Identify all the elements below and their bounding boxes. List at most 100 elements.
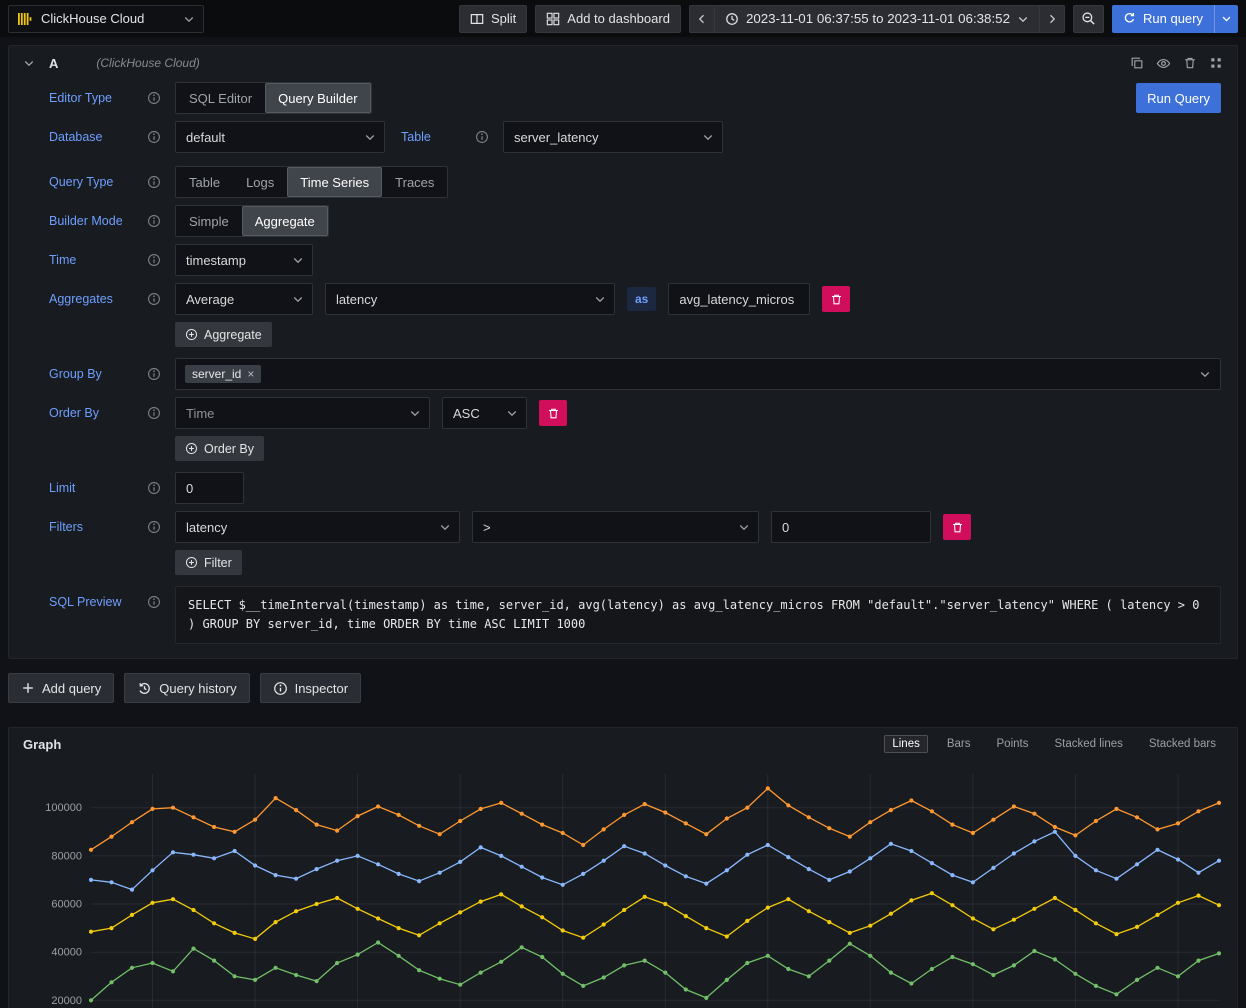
graph-mode-stacked-lines[interactable]: Stacked lines [1047, 736, 1129, 752]
add-query-button[interactable]: Add query [8, 673, 114, 703]
query-datasource-hint: (ClickHouse Cloud) [96, 56, 199, 70]
remove-tag-icon[interactable]: × [247, 367, 254, 381]
filter-field-select[interactable]: latency [175, 511, 460, 543]
table-value: server_latency [514, 130, 599, 145]
sql-preview-label-cell: SQL Preview [49, 595, 161, 609]
remove-order-by-button[interactable] [539, 400, 567, 426]
info-icon[interactable] [147, 406, 161, 420]
run-query-button[interactable]: Run query [1112, 5, 1214, 33]
limit-input[interactable] [175, 472, 244, 504]
time-back-button[interactable] [689, 5, 715, 33]
graph-panel-header: Graph Lines Bars Points Stacked lines St… [9, 728, 1237, 760]
builder-mode-option-aggregate[interactable]: Aggregate [242, 206, 328, 236]
svg-text:60000: 60000 [51, 899, 82, 911]
info-icon[interactable] [147, 130, 161, 144]
filter-value-input[interactable] [771, 511, 931, 543]
datasource-name: ClickHouse Cloud [41, 11, 175, 26]
graph-canvas[interactable]: 2000040000600008000010000006:38:0006:38:… [9, 760, 1237, 1008]
graph-mode-lines[interactable]: Lines [884, 735, 928, 753]
query-history-label: Query history [159, 681, 236, 696]
run-query-dropdown[interactable] [1214, 5, 1238, 33]
plus-icon [21, 681, 35, 695]
timeseries-chart[interactable]: 2000040000600008000010000006:38:0006:38:… [19, 762, 1227, 1008]
trash-icon [830, 293, 843, 306]
info-icon[interactable] [475, 130, 489, 144]
editor-type-toggle: SQL Editor Query Builder [175, 82, 372, 114]
info-icon[interactable] [147, 595, 161, 609]
info-icon[interactable] [147, 91, 161, 105]
database-select[interactable]: default [175, 121, 385, 153]
add-to-dashboard-button[interactable]: Add to dashboard [535, 5, 681, 33]
explore-toolbar: ClickHouse Cloud Split Add to dashboard … [0, 0, 1246, 37]
group-by-multiselect[interactable]: server_id × [175, 358, 1221, 390]
as-badge: as [627, 287, 656, 311]
aggregate-column-select[interactable]: latency [325, 283, 615, 315]
editor-type-option-sql-editor[interactable]: SQL Editor [176, 83, 265, 113]
panel-run-query-button[interactable]: Run Query [1136, 83, 1221, 113]
filter-operator-value: > [483, 520, 491, 535]
inspector-button[interactable]: Inspector [260, 673, 361, 703]
time-range-label: 2023-11-01 06:37:55 to 2023-11-01 06:38:… [746, 11, 1010, 26]
query-type-label-cell: Query Type [49, 175, 161, 189]
query-ref-id[interactable]: A [49, 56, 58, 71]
query-type-option-table[interactable]: Table [176, 167, 233, 197]
datasource-picker[interactable]: ClickHouse Cloud [8, 5, 204, 33]
plus-circle-icon [185, 442, 198, 455]
graph-mode-points[interactable]: Points [990, 736, 1036, 752]
table-label: Table [401, 130, 431, 144]
builder-mode-label-cell: Builder Mode [49, 214, 161, 228]
info-icon[interactable] [147, 292, 161, 306]
query-history-button[interactable]: Query history [124, 673, 249, 703]
svg-text:80000: 80000 [51, 850, 82, 862]
chevron-right-icon [1046, 13, 1058, 25]
info-icon[interactable] [147, 520, 161, 534]
order-by-field-value: Time [186, 406, 214, 421]
time-range-button[interactable]: 2023-11-01 06:37:55 to 2023-11-01 06:38:… [715, 5, 1039, 33]
add-filter-button[interactable]: Filter [175, 550, 242, 575]
remove-filter-button[interactable] [943, 514, 971, 540]
info-icon[interactable] [147, 175, 161, 189]
info-icon[interactable] [147, 481, 161, 495]
info-icon[interactable] [147, 367, 161, 381]
editor-type-option-query-builder[interactable]: Query Builder [265, 83, 370, 113]
split-button[interactable]: Split [459, 5, 527, 33]
plus-circle-icon [185, 556, 198, 569]
info-icon[interactable] [147, 214, 161, 228]
info-icon[interactable] [147, 253, 161, 267]
table-select[interactable]: server_latency [503, 121, 723, 153]
query-type-option-traces[interactable]: Traces [382, 167, 447, 197]
graph-mode-stacked-bars[interactable]: Stacked bars [1142, 736, 1223, 752]
order-by-field-select[interactable]: Time [175, 397, 430, 429]
aggregates-label-cell: Aggregates [49, 292, 161, 306]
duplicate-query-icon[interactable] [1130, 56, 1144, 70]
builder-mode-option-simple[interactable]: Simple [176, 206, 242, 236]
collapse-chevron-icon[interactable] [23, 57, 35, 69]
group-by-tag-label: server_id [192, 367, 241, 381]
group-by-label-cell: Group By [49, 367, 161, 381]
add-order-by-button[interactable]: Order By [175, 436, 264, 461]
time-label-cell: Time [49, 253, 161, 267]
aggregate-function-select[interactable]: Average [175, 283, 313, 315]
add-aggregate-button[interactable]: Aggregate [175, 322, 272, 347]
inspector-label: Inspector [295, 681, 348, 696]
order-by-label-cell: Order By [49, 406, 161, 420]
hide-query-eye-icon[interactable] [1156, 56, 1171, 71]
drag-handle-icon[interactable] [1209, 56, 1223, 70]
zoom-out-button[interactable] [1073, 5, 1104, 33]
query-header-actions [1130, 56, 1223, 71]
aggregate-alias-input[interactable] [668, 283, 810, 315]
delete-query-trash-icon[interactable] [1183, 56, 1197, 70]
graph-mode-bars[interactable]: Bars [940, 736, 978, 752]
filter-operator-select[interactable]: > [472, 511, 759, 543]
remove-aggregate-button[interactable] [822, 286, 850, 312]
query-type-option-time-series[interactable]: Time Series [287, 167, 382, 197]
limit-label-cell: Limit [49, 481, 161, 495]
chevron-down-icon [1017, 13, 1029, 25]
time-column-select[interactable]: timestamp [175, 244, 313, 276]
database-label-cell: Database [49, 130, 161, 144]
time-forward-button[interactable] [1039, 5, 1065, 33]
order-by-direction-select[interactable]: ASC [442, 397, 527, 429]
query-type-option-logs[interactable]: Logs [233, 167, 287, 197]
add-filter-label: Filter [204, 556, 232, 570]
add-to-dashboard-label: Add to dashboard [567, 11, 670, 26]
